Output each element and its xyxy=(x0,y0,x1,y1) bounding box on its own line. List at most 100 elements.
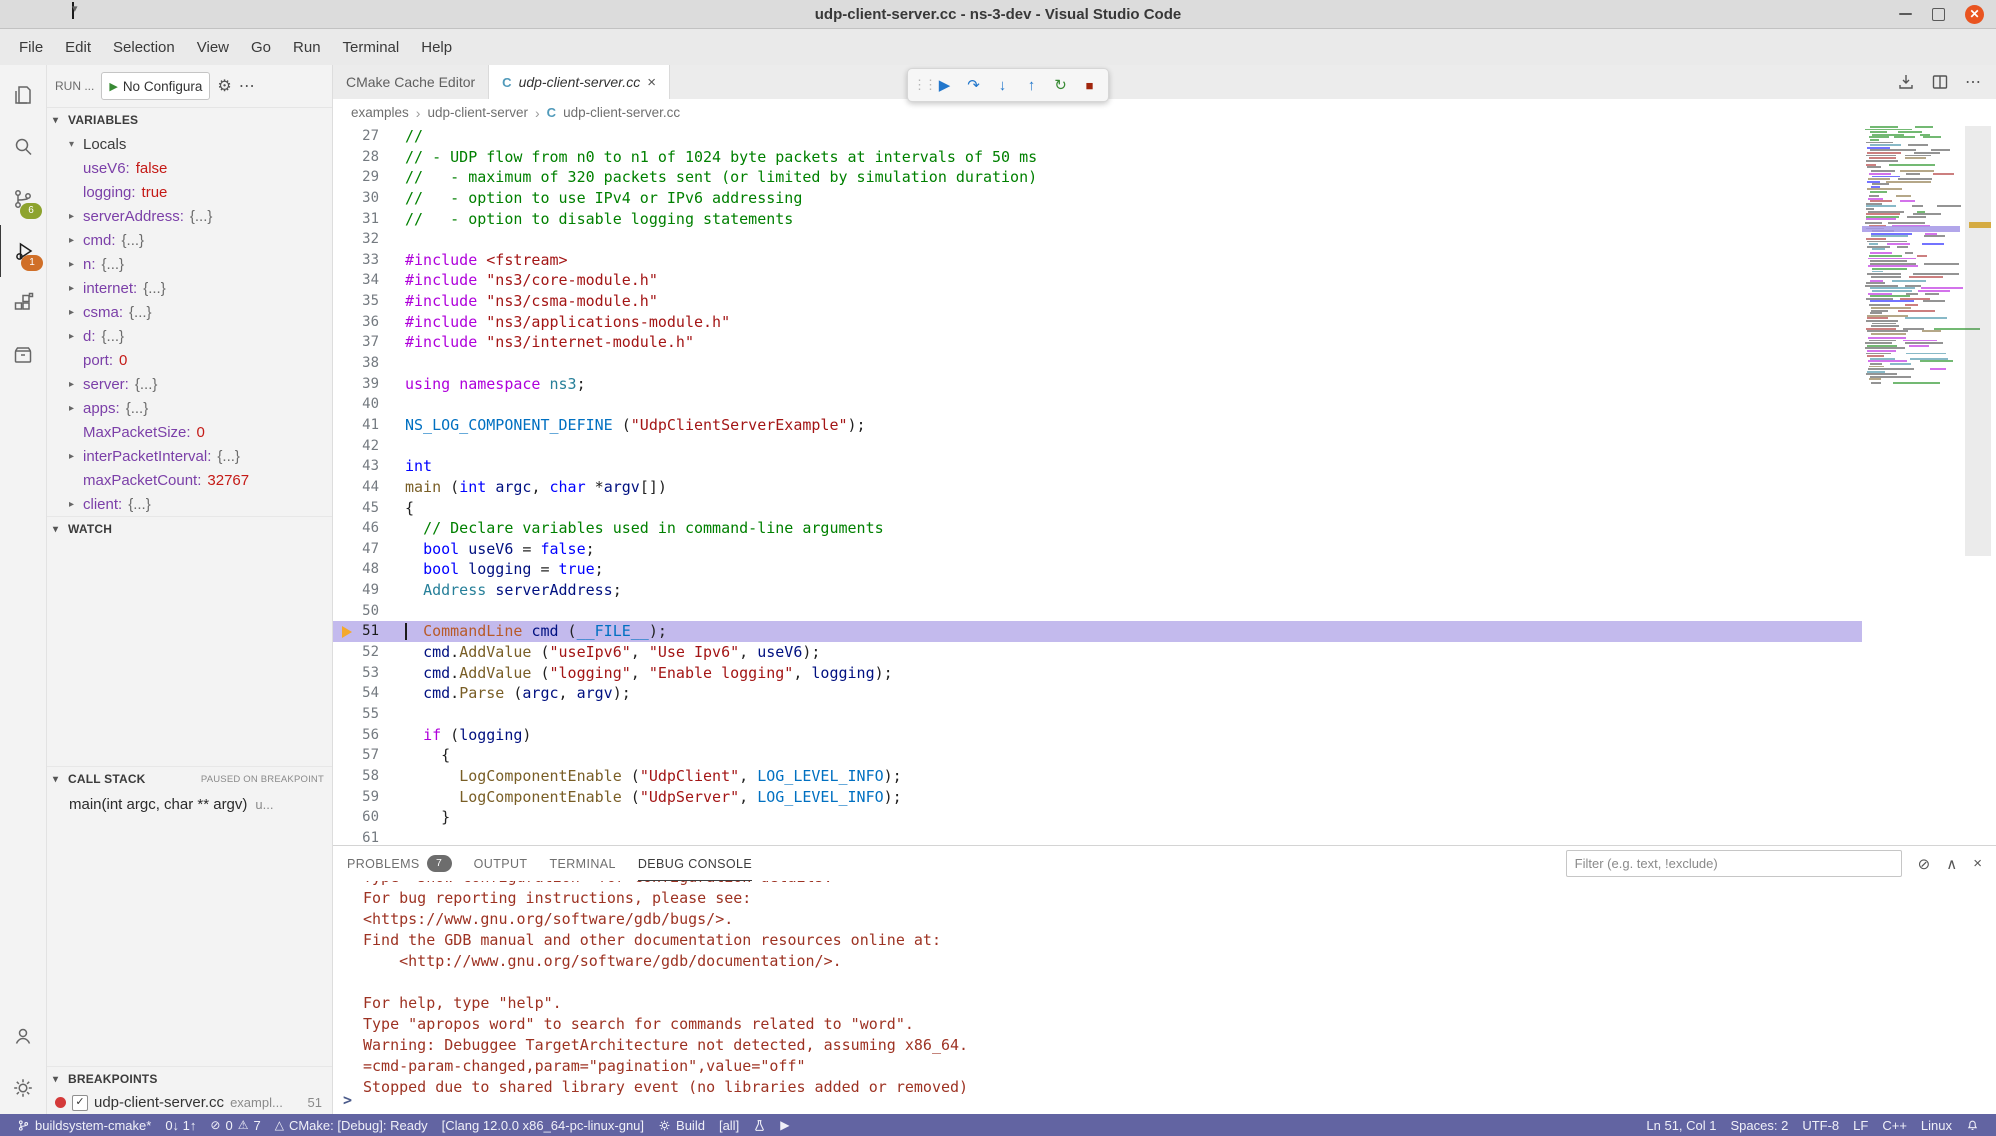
code-line[interactable]: 32 xyxy=(333,229,1862,250)
line-number[interactable]: 43 xyxy=(333,456,379,477)
more-actions-icon[interactable]: ⋯ xyxy=(239,76,256,96)
problems-status[interactable]: ⊘ 0 ⚠ 7 xyxy=(203,1114,267,1136)
variable-row[interactable]: MaxPacketSize:0 xyxy=(47,420,332,444)
line-number[interactable]: 51 xyxy=(333,621,379,642)
code-line[interactable]: 50 xyxy=(333,601,1862,622)
menu-go[interactable]: Go xyxy=(240,34,282,61)
step-over-button[interactable]: ↷ xyxy=(960,72,987,98)
code-line[interactable]: 43int xyxy=(333,456,1862,477)
source-control-icon[interactable]: 6 xyxy=(0,173,46,225)
code-line[interactable]: 31// - option to disable logging stateme… xyxy=(333,209,1862,230)
line-number[interactable]: 41 xyxy=(333,415,379,436)
line-number[interactable]: 46 xyxy=(333,518,379,539)
cmake-build-button[interactable]: Build xyxy=(651,1114,712,1136)
step-out-button[interactable]: ↑ xyxy=(1018,72,1045,98)
variable-row[interactable]: ▸serverAddress:{...} xyxy=(47,204,332,228)
code-line[interactable]: 56 if (logging) xyxy=(333,725,1862,746)
line-number[interactable]: 56 xyxy=(333,725,379,746)
variable-row[interactable]: port:0 xyxy=(47,348,332,372)
code-line[interactable]: 51 CommandLine cmd (__FILE__); xyxy=(333,621,1862,642)
code-line[interactable]: 35#include "ns3/csma-module.h" xyxy=(333,291,1862,312)
tab-debug-console[interactable]: DEBUG CONSOLE xyxy=(638,846,752,881)
menu-help[interactable]: Help xyxy=(410,34,463,61)
cmake-kit[interactable]: [Clang 12.0.0 x86_64-pc-linux-gnu] xyxy=(435,1114,651,1136)
drag-handle[interactable]: ⋮⋮ xyxy=(913,77,929,93)
line-number[interactable]: 48 xyxy=(333,559,379,580)
stack-frame-row[interactable]: main(int argc, char ** argv) u... xyxy=(47,791,332,817)
line-number[interactable]: 47 xyxy=(333,539,379,560)
menu-selection[interactable]: Selection xyxy=(102,34,186,61)
code-line[interactable]: 46 // Declare variables used in command-… xyxy=(333,518,1862,539)
variables-header[interactable]: ▾ VARIABLES xyxy=(47,108,332,132)
line-number[interactable]: 30 xyxy=(333,188,379,209)
debug-launch-button[interactable]: ▶ xyxy=(773,1114,796,1136)
extensions-icon[interactable] xyxy=(0,277,46,329)
line-number[interactable]: 50 xyxy=(333,601,379,622)
search-icon[interactable] xyxy=(0,121,46,173)
git-branch-status[interactable]: buildsystem-cmake* xyxy=(10,1114,158,1136)
console-prompt[interactable]: > xyxy=(343,1090,352,1111)
line-number[interactable]: 55 xyxy=(333,704,379,725)
ctest-button[interactable] xyxy=(746,1114,773,1136)
console-filter-input[interactable] xyxy=(1566,850,1902,877)
tab-problems[interactable]: PROBLEMS 7 xyxy=(347,846,452,881)
restart-button[interactable]: ↻ xyxy=(1047,72,1074,98)
line-number[interactable]: 31 xyxy=(333,209,379,230)
code-line[interactable]: 60 } xyxy=(333,807,1862,828)
clear-console-icon[interactable]: ⊘ xyxy=(1918,855,1931,873)
code-line[interactable]: 57 { xyxy=(333,745,1862,766)
code-line[interactable]: 33#include <fstream> xyxy=(333,250,1862,271)
code-line[interactable]: 52 cmd.AddValue ("useIpv6", "Use Ipv6", … xyxy=(333,642,1862,663)
language-mode[interactable]: C++ xyxy=(1875,1118,1914,1133)
code-line[interactable]: 47 bool useV6 = false; xyxy=(333,539,1862,560)
code-line[interactable]: 61 xyxy=(333,828,1862,845)
watch-header[interactable]: ▾ WATCH xyxy=(47,516,332,541)
code-line[interactable]: 27// xyxy=(333,126,1862,147)
code-line[interactable]: 42 xyxy=(333,436,1862,457)
line-number[interactable]: 45 xyxy=(333,498,379,519)
line-number[interactable]: 40 xyxy=(333,394,379,415)
code-editor[interactable]: 27//28// - UDP flow from n0 to n1 of 102… xyxy=(333,126,1996,845)
variable-row[interactable]: ▸csma:{...} xyxy=(47,300,332,324)
configure-gear-icon[interactable]: ⚙ xyxy=(217,76,231,96)
indentation-status[interactable]: Spaces: 2 xyxy=(1724,1118,1796,1133)
code-line[interactable]: 40 xyxy=(333,394,1862,415)
breadcrumb-file[interactable]: udp-client-server.cc xyxy=(563,105,680,120)
line-number[interactable]: 59 xyxy=(333,787,379,808)
settings-gear-icon[interactable] xyxy=(0,1062,46,1114)
breakpoint-row[interactable]: ✓ udp-client-server.cc exampl... 51 xyxy=(47,1091,332,1114)
code-line[interactable]: 28// - UDP flow from n0 to n1 of 1024 by… xyxy=(333,147,1862,168)
tab-cmake-cache-editor[interactable]: CMake Cache Editor xyxy=(333,65,489,99)
encoding-status[interactable]: UTF-8 xyxy=(1795,1118,1846,1133)
minimap[interactable] xyxy=(1862,126,1960,845)
menu-run[interactable]: Run xyxy=(282,34,332,61)
breakpoints-header[interactable]: ▾ BREAKPOINTS xyxy=(47,1066,332,1091)
cmake-target[interactable]: [all] xyxy=(712,1114,746,1136)
line-number[interactable]: 57 xyxy=(333,745,379,766)
line-number[interactable]: 36 xyxy=(333,312,379,333)
vertical-scrollbar[interactable] xyxy=(1960,126,1996,845)
code-line[interactable]: 55 xyxy=(333,704,1862,725)
line-number[interactable]: 35 xyxy=(333,291,379,312)
menu-view[interactable]: View xyxy=(186,34,240,61)
code-line[interactable]: 29// - maximum of 320 packets sent (or l… xyxy=(333,167,1862,188)
line-number[interactable]: 39 xyxy=(333,374,379,395)
code-line[interactable]: 53 cmd.AddValue ("logging", "Enable logg… xyxy=(333,663,1862,684)
tab-terminal[interactable]: TERMINAL xyxy=(549,846,615,881)
menu-file[interactable]: File xyxy=(8,34,54,61)
code-line[interactable]: 54 cmd.Parse (argc, argv); xyxy=(333,683,1862,704)
variable-row[interactable]: ▸apps:{...} xyxy=(47,396,332,420)
variable-row[interactable]: ▸cmd:{...} xyxy=(47,228,332,252)
breadcrumb-examples[interactable]: examples xyxy=(351,105,409,120)
line-number[interactable]: 38 xyxy=(333,353,379,374)
archive-icon[interactable] xyxy=(0,329,46,381)
tab-udp-client-server[interactable]: C udp-client-server.cc × xyxy=(489,65,670,99)
maximize-panel-icon[interactable]: ∧ xyxy=(1946,855,1957,873)
line-number[interactable]: 58 xyxy=(333,766,379,787)
tab-output[interactable]: OUTPUT xyxy=(474,846,528,881)
line-number[interactable]: 34 xyxy=(333,270,379,291)
variable-row[interactable]: ▸n:{...} xyxy=(47,252,332,276)
scope-locals[interactable]: ▾ Locals xyxy=(47,132,332,156)
cmake-status[interactable]: △ CMake: [Debug]: Ready xyxy=(268,1114,435,1136)
line-number[interactable]: 42 xyxy=(333,436,379,457)
